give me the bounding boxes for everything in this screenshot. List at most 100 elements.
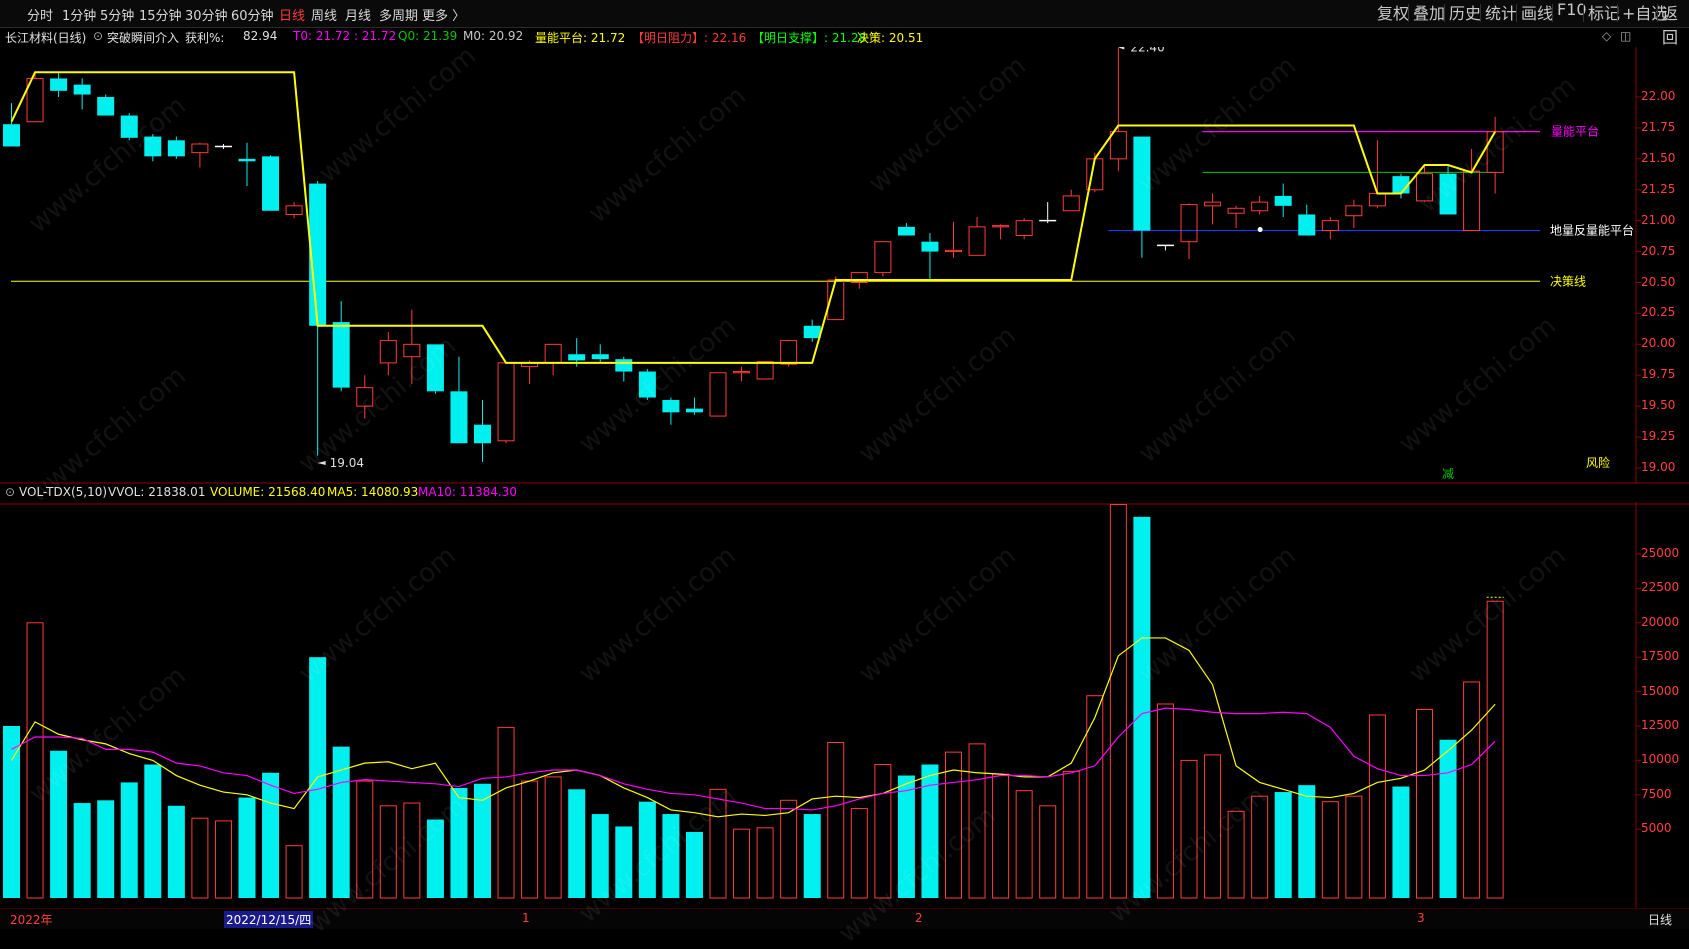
- candle-body-down: [262, 156, 280, 211]
- price-axis-label: 22.00: [1641, 89, 1676, 103]
- volume-axis-label: 20000: [1641, 614, 1680, 629]
- volume-axis-label: 15000: [1641, 683, 1680, 698]
- period-label: 日线: [1648, 913, 1673, 927]
- volume-bar-down: [1439, 739, 1457, 898]
- timeframe-tab-daily[interactable]: 日线: [279, 5, 305, 24]
- history-button[interactable]: 历史: [1449, 0, 1481, 24]
- volume-bar-down: [638, 801, 656, 898]
- signal-dot: [1257, 227, 1263, 233]
- volume-bar-down: [450, 787, 468, 898]
- panel-toggle-icon[interactable]: ◫: [1620, 29, 1631, 43]
- decision-line-label: 决策线: [1550, 274, 1586, 288]
- candle-body-down: [897, 226, 915, 236]
- chart-background: [0, 47, 1636, 484]
- timeframe-tab-5min[interactable]: 5分钟: [100, 5, 134, 24]
- volume-axis-label: 5000: [1641, 821, 1672, 836]
- draw-line-button[interactable]: 画线: [1521, 0, 1553, 24]
- timeframe-tab-multi[interactable]: 多周期: [379, 5, 418, 24]
- platform-level-label: 量能平台: [1551, 124, 1599, 139]
- volume-bar-down: [332, 746, 350, 898]
- stats-button[interactable]: 统计: [1485, 0, 1517, 24]
- timeframe-tab-more[interactable]: 更多 〉: [422, 5, 465, 24]
- diamond-icon[interactable]: ◇: [1602, 29, 1611, 43]
- vvol-value: VVOL: 21838.01: [108, 485, 206, 499]
- candle-body-down: [921, 241, 939, 252]
- adjust-button[interactable]: 复权: [1377, 0, 1409, 24]
- volume-info-bar: ⊙ VOL-TDX(5,10) VVOL: 21838.01 VOLUME: 2…: [0, 484, 1636, 502]
- stock-title: 长江材料(日线): [5, 31, 87, 45]
- volume-bar-down: [167, 805, 185, 898]
- candle-body-down: [73, 84, 91, 95]
- toolbar-right-group: 复权 叠加 历史 统计 画线 F10 标记 +自选 返回: [1370, 0, 1689, 47]
- candle-body-down: [332, 322, 350, 388]
- add-watchlist-button[interactable]: +自选: [1622, 0, 1667, 24]
- candle-body-down: [238, 158, 256, 162]
- volume-chart[interactable]: [0, 502, 1689, 908]
- indicator-name: 突破瞬间介入: [107, 31, 180, 45]
- volume-bar-down: [474, 783, 491, 898]
- volume-bar-down: [685, 831, 703, 898]
- volume-bar-down: [97, 800, 115, 898]
- divider: [1516, 4, 1517, 22]
- divider: [1444, 4, 1445, 22]
- volume-bar-down: [426, 819, 444, 898]
- candle-body-down: [450, 391, 468, 444]
- support-value: 【明日支撑】: 21.28: [752, 31, 867, 45]
- m0-value: M0: 20.92: [463, 29, 524, 43]
- price-axis-label: 19.00: [1641, 460, 1676, 474]
- volume-bar-down: [120, 782, 138, 898]
- timeframe-tab-60min[interactable]: 60分钟: [231, 5, 274, 24]
- volume-indicator-name: VOL-TDX(5,10): [19, 485, 108, 499]
- indicator-toggle-icon[interactable]: ⊙: [93, 29, 103, 43]
- timeframe-tab-1min[interactable]: 1分钟: [62, 5, 96, 24]
- ground-level-label: 地量反量能平台: [1550, 223, 1634, 238]
- volume-bar-down: [615, 826, 633, 898]
- candle-body-down: [638, 371, 656, 398]
- mark-button[interactable]: 标记: [1588, 0, 1620, 24]
- volume-bar-down: [50, 750, 68, 898]
- volume-value: VOLUME: 21568.40: [210, 485, 326, 499]
- price-axis-label: 20.50: [1641, 274, 1676, 289]
- candle-body-down: [474, 424, 491, 444]
- candlestick-chart[interactable]: 22.40 19.04 量能平台地量反量能平台决策线风险减: [0, 47, 1689, 484]
- price-axis-label: 19.50: [1641, 398, 1676, 413]
- price-axis-label: 21.75: [1641, 119, 1676, 134]
- candle-body-down: [591, 354, 609, 360]
- candle-body-down: [1274, 195, 1292, 206]
- timeframe-tab-30min[interactable]: 30分钟: [185, 5, 228, 24]
- overlay-button[interactable]: 叠加: [1413, 0, 1445, 24]
- price-axis-label: 20.75: [1641, 243, 1676, 258]
- price-axis-label: 21.25: [1641, 181, 1676, 196]
- divider: [1583, 4, 1584, 22]
- candle-body-down: [50, 78, 68, 91]
- timeframe-tab-weekly[interactable]: 周线: [311, 5, 337, 24]
- divider: [1408, 4, 1409, 22]
- ma5-value: MA5: 14080.93: [327, 485, 419, 499]
- candle-body-down: [167, 140, 185, 157]
- price-axis-label: 20.00: [1641, 336, 1676, 351]
- volume-bar-down: [144, 764, 162, 898]
- candle-body-down: [1133, 136, 1151, 231]
- month-label-3: 3: [1417, 911, 1425, 925]
- volume-axis-label: 22500: [1641, 580, 1680, 595]
- volume-toggle-icon[interactable]: ⊙: [5, 485, 15, 499]
- volume-axis-label: 10000: [1641, 752, 1680, 767]
- timeframe-tab-15min[interactable]: 15分钟: [139, 5, 182, 24]
- resist-value: 【明日阻力】: 22.16: [632, 31, 747, 45]
- timeframe-tab-monthly[interactable]: 月线: [345, 5, 371, 24]
- volume-bar-down: [1392, 786, 1410, 898]
- year-label: 2022年: [10, 913, 53, 927]
- candle-body-down: [426, 344, 444, 392]
- volume-bar-down: [897, 775, 915, 898]
- candle-body-down: [615, 359, 633, 372]
- month-label-2: 2: [915, 911, 923, 925]
- decision-value: 决策: 20.51: [857, 31, 924, 45]
- volume-bar-down: [568, 789, 586, 898]
- divider: [1552, 4, 1553, 22]
- risk-label: 风险: [1586, 455, 1610, 470]
- volume-bar-down: [662, 814, 680, 898]
- candle-body-down: [97, 97, 115, 116]
- volume-bar-down: [1133, 516, 1151, 898]
- price-axis-label: 19.25: [1641, 429, 1676, 444]
- timeframe-tab-fenshi[interactable]: 分时: [27, 5, 53, 24]
